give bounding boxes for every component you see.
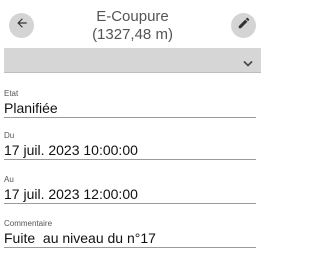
du-label: Du — [4, 131, 15, 140]
au-underline — [4, 203, 256, 204]
page-title: E-Coupure — [96, 8, 169, 25]
commentaire-underline — [4, 247, 256, 248]
du-value: 17 juil. 2023 10:00:00 — [4, 142, 138, 158]
app-header: E-Coupure (1327,48 m) — [0, 0, 265, 48]
type-select[interactable] — [4, 48, 261, 73]
pencil-icon — [237, 16, 251, 35]
commentaire-value: Fuite au niveau du n°17 — [4, 230, 156, 246]
page-subtitle: (1327,48 m) — [92, 26, 173, 43]
etat-value: Planifiée — [4, 100, 58, 116]
au-field[interactable]: Au 17 juil. 2023 12:00:00 — [4, 175, 256, 204]
au-label: Au — [4, 175, 14, 184]
chevron-down-icon — [243, 55, 253, 73]
edit-button[interactable] — [231, 13, 256, 38]
commentaire-label: Commentaire — [4, 219, 53, 228]
au-value: 17 juil. 2023 12:00:00 — [4, 186, 138, 202]
etat-underline — [4, 117, 256, 118]
du-underline — [4, 159, 256, 160]
du-field[interactable]: Du 17 juil. 2023 10:00:00 — [4, 131, 256, 160]
etat-field[interactable]: Etat Planifiée — [4, 89, 256, 118]
commentaire-field[interactable]: Commentaire Fuite au niveau du n°17 — [4, 219, 256, 248]
etat-label: Etat — [4, 89, 19, 98]
